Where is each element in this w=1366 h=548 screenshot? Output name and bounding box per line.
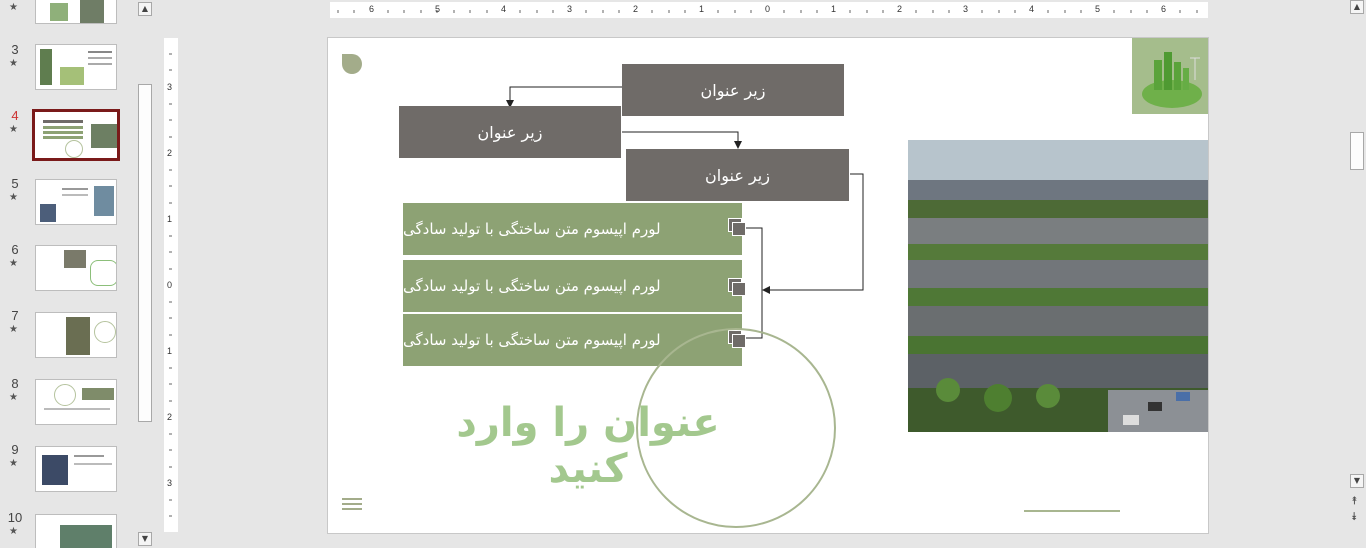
list-item-text: لورم اپیسوم متن ساختگی با تولید سادگی xyxy=(403,220,661,238)
slide-number: 9 xyxy=(11,442,19,457)
scroll-up-button[interactable]: ▲ xyxy=(138,2,152,16)
ruler-label: 2 xyxy=(167,148,173,158)
ruler-label: 0 xyxy=(167,280,173,290)
thumbnail-row[interactable]: 8 ★ xyxy=(0,376,136,428)
next-slide-button[interactable]: ⯯ xyxy=(1351,510,1358,524)
list-item-text: لورم اپیسوم متن ساختگی با تولید سادگی xyxy=(403,331,661,349)
animation-star-icon: ★ xyxy=(9,2,18,13)
thumbnail-row[interactable]: 7 ★ xyxy=(0,308,136,360)
ruler-label: 1 xyxy=(167,346,173,356)
slide-number: 6 xyxy=(11,242,19,257)
subtitle-box-top[interactable]: زیر عنوان xyxy=(622,64,844,116)
thumbnail-row[interactable]: 5 ★ xyxy=(0,176,136,228)
ruler-label: 1 xyxy=(699,4,705,14)
slide-thumbnail[interactable] xyxy=(35,514,117,548)
vertical-ruler: 3 2 1 0 1 2 3 xyxy=(164,38,178,532)
decorative-line xyxy=(1024,510,1120,512)
thumbnail-row[interactable]: 9 ★ xyxy=(0,442,136,494)
ruler-label: 4 xyxy=(501,4,507,14)
thumbnail-row[interactable]: 3 ★ xyxy=(0,42,136,94)
ruler-label: 3 xyxy=(167,478,173,488)
ruler-label: 3 xyxy=(963,4,969,14)
ruler-label: 6 xyxy=(1161,4,1167,14)
list-item-1[interactable]: لورم اپیسوم متن ساختگی با تولید سادگی xyxy=(403,203,742,255)
animation-star-icon: ★ xyxy=(9,192,18,203)
subtitle-box-left[interactable]: زیر عنوان xyxy=(399,106,621,158)
thumbnail-row[interactable]: 6 ★ xyxy=(0,242,136,294)
ruler-label: 6 xyxy=(369,4,375,14)
ruler-label: 0 xyxy=(765,4,771,14)
slide-number: 5 xyxy=(11,176,19,191)
animation-star-icon: ★ xyxy=(9,324,18,335)
animation-star-icon: ★ xyxy=(9,58,18,69)
building-image xyxy=(908,140,1208,432)
slide-thumbnail[interactable] xyxy=(35,179,117,225)
scroll-down-button[interactable]: ▼ xyxy=(1350,474,1364,488)
slide-number: 4 xyxy=(11,108,19,123)
animation-star-icon: ★ xyxy=(9,124,18,135)
thumbnail-row[interactable]: ★ xyxy=(0,0,136,30)
slide-number: 10 xyxy=(7,510,23,525)
subtitle-text: زیر عنوان xyxy=(705,165,770,185)
slide-thumbnail-pane: ★ 3 ★ 4 ★ 5 ★ 6 ★ 7 ★ 8 ★ 9 ★ 10 ★ xyxy=(0,0,136,548)
ruler-label: 4 xyxy=(1029,4,1035,14)
scrollbar-thumb[interactable] xyxy=(1350,132,1364,170)
slide-thumbnail[interactable] xyxy=(35,446,117,492)
ruler-label: 5 xyxy=(1095,4,1101,14)
animation-star-icon: ★ xyxy=(9,458,18,469)
previous-slide-button[interactable]: ⯭ xyxy=(1351,494,1358,508)
slide-thumbnail[interactable] xyxy=(35,379,117,425)
ruler-label: 5 xyxy=(435,4,441,14)
animation-star-icon: ★ xyxy=(9,258,18,269)
slide-thumbnail[interactable] xyxy=(35,312,117,358)
list-item-text: لورم اپیسوم متن ساختگی با تولید سادگی xyxy=(403,277,661,295)
slide-canvas[interactable]: زیر عنوان زیر عنوان زیر عنوان لورم اپیسو… xyxy=(327,37,1209,534)
slide-thumbnail-active[interactable] xyxy=(32,109,120,161)
slide-title[interactable]: عنوان را وارد کنید xyxy=(428,400,748,492)
thumbnail-row-active[interactable]: 4 ★ xyxy=(0,108,136,161)
slide-number: 8 xyxy=(11,376,19,391)
list-item-2[interactable]: لورم اپیسوم متن ساختگی با تولید سادگی xyxy=(403,260,742,312)
animation-star-icon: ★ xyxy=(9,392,18,403)
subtitle-box-right[interactable]: زیر عنوان xyxy=(626,149,849,201)
thumbnail-row[interactable]: 10 ★ xyxy=(0,510,136,548)
slide-scrollbar[interactable]: ▲ ▼ ⯭ ⯯ xyxy=(1348,0,1366,548)
green-city-logo xyxy=(1132,38,1208,114)
slide-thumbnail[interactable] xyxy=(35,44,117,90)
ruler-label: 3 xyxy=(167,82,173,92)
scrollbar-thumb[interactable] xyxy=(138,84,152,422)
thumbnail-scrollbar[interactable]: ▲ ▼ xyxy=(136,0,154,548)
green-building-photo[interactable] xyxy=(908,140,1208,432)
ruler-label: 1 xyxy=(167,214,173,224)
slide-thumbnail[interactable] xyxy=(35,245,117,291)
slide-number: 7 xyxy=(11,308,19,323)
bullet-square-icon xyxy=(732,282,746,296)
ruler-label: 1 xyxy=(831,4,837,14)
subtitle-text: زیر عنوان xyxy=(700,80,766,100)
animation-star-icon: ★ xyxy=(9,526,18,537)
menu-icon xyxy=(342,498,362,500)
horizontal-ruler: 6 5 4 3 2 1 0 1 2 3 4 5 6 xyxy=(330,2,1208,18)
menu-icon xyxy=(342,508,362,510)
green-city-icon xyxy=(1142,52,1202,108)
slide-number: 3 xyxy=(11,42,19,57)
slide-thumbnail[interactable] xyxy=(35,0,117,24)
ruler-label: 3 xyxy=(567,4,573,14)
menu-icon xyxy=(342,503,362,505)
subtitle-text: زیر عنوان xyxy=(477,122,543,142)
ruler-label: 2 xyxy=(633,4,639,14)
ruler-label: 2 xyxy=(897,4,903,14)
scroll-down-button[interactable]: ▼ xyxy=(138,532,152,546)
bullet-square-icon xyxy=(732,222,746,236)
ruler-label: 2 xyxy=(167,412,173,422)
scroll-up-button[interactable]: ▲ xyxy=(1350,0,1364,14)
